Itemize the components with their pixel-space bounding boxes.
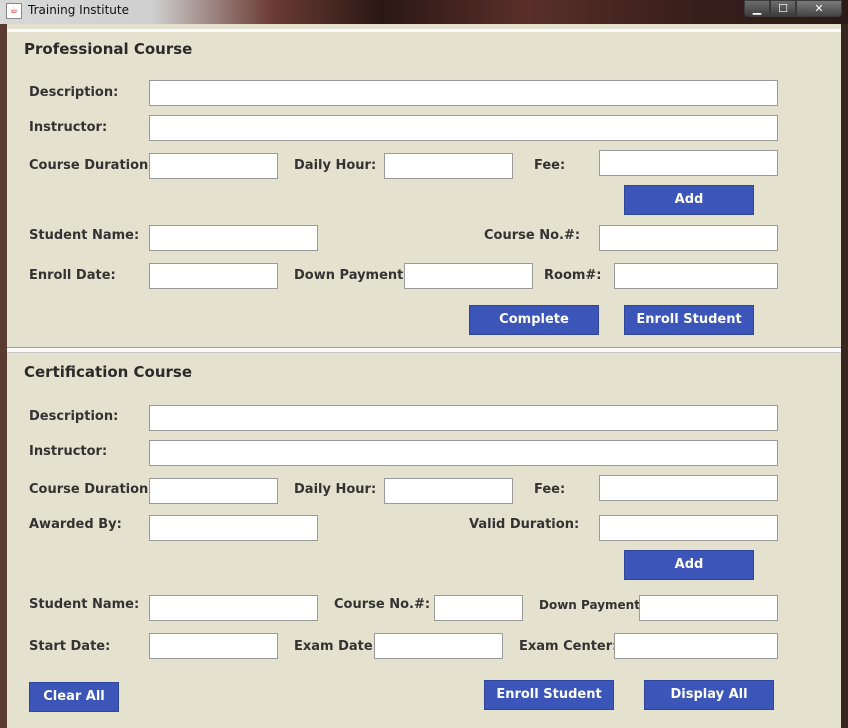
prof-enroll-date-label: Enroll Date:: [29, 268, 116, 283]
prof-duration-label: Course Duration:: [29, 158, 154, 173]
cert-description-input[interactable]: [149, 405, 778, 431]
cert-enroll-student-button[interactable]: Enroll Student: [484, 680, 614, 710]
prof-course-no-label: Course No.#:: [484, 228, 581, 243]
cert-description-label: Description:: [29, 409, 119, 424]
cert-exam-date-label: Exam Date:: [294, 639, 378, 654]
title-bar[interactable]: ☕ Training Institute ▁ ☐ ✕: [0, 0, 848, 24]
prof-room-input[interactable]: [614, 263, 778, 289]
prof-fee-input[interactable]: [599, 150, 778, 176]
prof-course-no-input[interactable]: [599, 225, 778, 251]
professional-course-heading: Professional Course: [24, 40, 193, 58]
cert-add-button[interactable]: Add: [624, 550, 754, 580]
cert-student-name-input[interactable]: [149, 595, 318, 621]
certification-course-panel: Certification Course Description: Instru…: [7, 353, 841, 728]
cert-instructor-label: Instructor:: [29, 444, 108, 459]
cert-fee-input[interactable]: [599, 475, 778, 501]
cert-duration-label: Course Duration:: [29, 482, 154, 497]
prof-down-payment-input[interactable]: [404, 263, 533, 289]
cert-daily-hour-label: Daily Hour:: [294, 482, 377, 497]
frame-edge-right: [841, 24, 848, 728]
cert-exam-date-input[interactable]: [374, 633, 503, 659]
certification-course-heading: Certification Course: [24, 363, 193, 381]
cert-course-no-input[interactable]: [434, 595, 523, 621]
cert-course-no-label: Course No.#:: [334, 597, 431, 612]
cert-exam-center-input[interactable]: [614, 633, 778, 659]
prof-student-name-input[interactable]: [149, 225, 318, 251]
prof-daily-hour-input[interactable]: [384, 153, 513, 179]
cert-awarded-by-input[interactable]: [149, 515, 318, 541]
cert-down-payment-label: Down Payment:: [539, 598, 645, 612]
frame-edge-left: [0, 24, 7, 728]
cert-start-date-label: Start Date:: [29, 639, 111, 654]
prof-instructor-input[interactable]: [149, 115, 778, 141]
prof-add-button[interactable]: Add: [624, 185, 754, 215]
cert-valid-duration-input[interactable]: [599, 515, 778, 541]
cert-fee-label: Fee:: [534, 482, 566, 497]
prof-room-label: Room#:: [544, 268, 602, 283]
cert-valid-duration-label: Valid Duration:: [469, 517, 580, 532]
cert-down-payment-input[interactable]: [639, 595, 778, 621]
cert-awarded-by-label: Awarded By:: [29, 517, 122, 532]
prof-student-name-label: Student Name:: [29, 228, 140, 243]
display-all-button[interactable]: Display All: [644, 680, 774, 710]
window-title: Training Institute: [28, 3, 129, 17]
prof-description-input[interactable]: [149, 80, 778, 106]
cert-instructor-input[interactable]: [149, 440, 778, 466]
prof-complete-button[interactable]: Complete: [469, 305, 599, 335]
prof-down-payment-label: Down Payment:: [294, 268, 409, 283]
prof-enroll-date-input[interactable]: [149, 263, 278, 289]
cert-duration-input[interactable]: [149, 478, 278, 504]
cert-start-date-input[interactable]: [149, 633, 278, 659]
window-controls: ▁ ☐ ✕: [744, 0, 842, 18]
prof-enroll-student-button[interactable]: Enroll Student: [624, 305, 754, 335]
prof-description-label: Description:: [29, 85, 119, 100]
minimize-icon[interactable]: ▁: [744, 0, 770, 17]
cert-student-name-label: Student Name:: [29, 597, 140, 612]
java-app-icon: ☕: [6, 3, 22, 19]
clear-all-button[interactable]: Clear All: [29, 682, 119, 712]
prof-daily-hour-label: Daily Hour:: [294, 158, 377, 173]
close-icon[interactable]: ✕: [796, 0, 842, 17]
professional-course-panel: Professional Course Description: Instruc…: [7, 29, 841, 348]
prof-fee-label: Fee:: [534, 158, 566, 173]
prof-duration-input[interactable]: [149, 153, 278, 179]
prof-instructor-label: Instructor:: [29, 120, 108, 135]
cert-exam-center-label: Exam Center:: [519, 639, 618, 654]
cert-daily-hour-input[interactable]: [384, 478, 513, 504]
maximize-icon[interactable]: ☐: [770, 0, 796, 17]
